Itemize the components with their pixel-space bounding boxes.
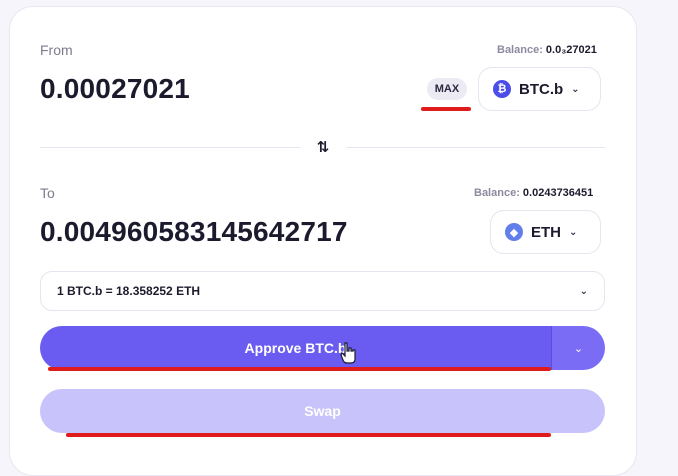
from-label: From bbox=[40, 42, 73, 58]
rate-text: 1 BTC.b = 18.358252 ETH bbox=[57, 284, 201, 298]
to-label: To bbox=[40, 185, 55, 201]
from-amount-input[interactable]: 0.00027021 bbox=[40, 73, 190, 105]
rate-dropdown[interactable]: 1 BTC.b = 18.358252 ETH ⌄ bbox=[40, 271, 605, 311]
to-balance: Balance: 0.0243736451 bbox=[474, 187, 594, 199]
bitcoin-icon: ₿ bbox=[493, 80, 511, 98]
chevron-down-icon: ⌄ bbox=[571, 83, 580, 95]
approve-button-group: Approve BTC.b ⌄ bbox=[40, 326, 605, 370]
divider-right bbox=[346, 147, 605, 148]
chevron-down-icon: ⌄ bbox=[579, 285, 588, 297]
annotation-underline-approve bbox=[48, 367, 551, 371]
approve-button[interactable]: Approve BTC.b bbox=[40, 326, 551, 370]
approve-options-button[interactable]: ⌄ bbox=[551, 326, 605, 370]
chevron-down-icon: ⌄ bbox=[573, 342, 584, 355]
from-token-select[interactable]: ₿ BTC.b ⌄ bbox=[478, 67, 601, 111]
divider-left bbox=[40, 147, 300, 148]
to-token-select[interactable]: ◆ ETH ⌄ bbox=[490, 210, 601, 254]
from-token-label: BTC.b bbox=[519, 80, 564, 98]
annotation-underline-swap bbox=[66, 433, 551, 437]
to-amount-output: 0.004960583145642717 bbox=[40, 216, 348, 247]
switch-direction-icon[interactable]: ⇅ bbox=[312, 136, 334, 158]
to-token-label: ETH bbox=[531, 223, 561, 241]
hand-cursor-icon bbox=[340, 342, 356, 364]
from-balance: Balance: 0.0₃27021 bbox=[497, 44, 597, 56]
annotation-underline-max bbox=[421, 107, 471, 111]
ethereum-icon: ◆ bbox=[505, 223, 523, 241]
chevron-down-icon: ⌄ bbox=[569, 226, 578, 238]
max-button[interactable]: MAX bbox=[427, 78, 467, 100]
swap-button[interactable]: Swap bbox=[40, 389, 605, 433]
